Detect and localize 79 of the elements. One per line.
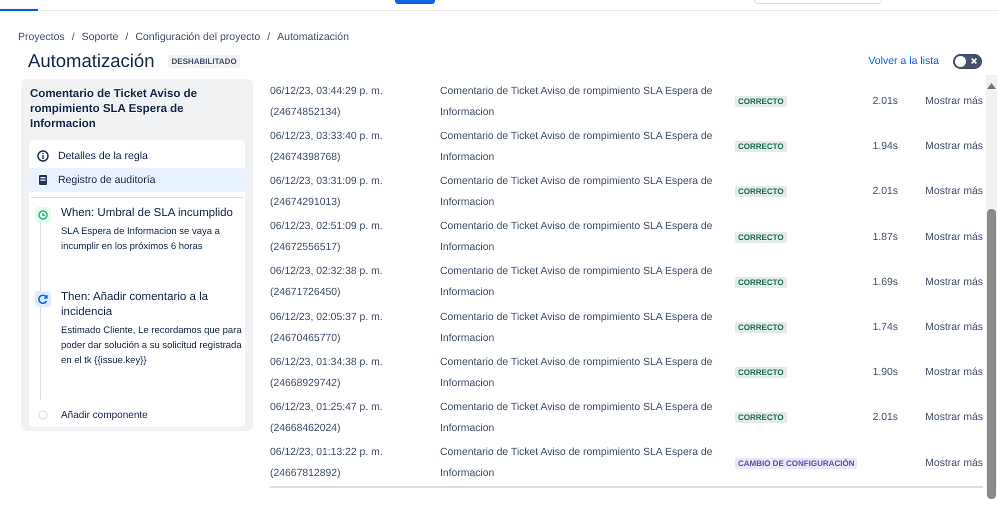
execution-date: 06/12/23, 02:05:37 p. m. (270, 310, 384, 325)
add-component-link[interactable]: Añadir componente (61, 408, 245, 423)
execution-date: 06/12/23, 03:31:09 p. m. (270, 174, 384, 189)
status-lozenge: CORRECTO (735, 96, 787, 108)
show-more-link[interactable]: Mostrar más (925, 232, 983, 243)
rule-name-cell-text: Comentario de Ticket Aviso de rompimiento SLA Espera de Informacion (440, 400, 714, 436)
rule-name-cell-text: Comentario de Ticket Aviso de rompimiento SLA Espera de Informacion (440, 310, 714, 346)
scroll-up-icon[interactable] (987, 83, 996, 89)
duration-cell: 1.87s (872, 232, 898, 243)
duration-cell: 1.94s (872, 141, 898, 152)
status-lozenge: CORRECTO (735, 412, 787, 424)
execution-id: (24670465770) (270, 332, 342, 346)
execution-date: 06/12/23, 02:51:09 p. m. (270, 220, 384, 234)
execution-date: 06/12/23, 01:25:47 p. m. (270, 400, 384, 415)
show-more-link[interactable]: Mostrar más (925, 322, 983, 334)
breadcrumb-separator: / (125, 31, 128, 43)
duration-cell: 1.74s (872, 322, 898, 334)
show-more-link[interactable]: Mostrar más (925, 96, 983, 108)
execution-date: 06/12/23, 01:34:38 p. m. (270, 356, 384, 370)
execution-id: (24668929742) (270, 376, 342, 391)
clock-icon (35, 207, 51, 223)
status-lozenge: CORRECTO (735, 141, 787, 152)
execution-id: (24672556517) (270, 241, 342, 256)
step-description: Estimado Cliente, Le recordamos que para poder dar solución a su solicitud registrada en el tk {{issue.key}} (61, 324, 243, 368)
show-more-link[interactable]: Mostrar más (925, 367, 983, 378)
breadcrumb-link[interactable]: Configuración del proyecto (135, 31, 260, 43)
document-icon (37, 174, 49, 186)
refresh-icon (35, 291, 51, 307)
rule-name-cell-text: Comentario de Ticket Aviso de rompimiento SLA Espera de Informacion (440, 174, 714, 210)
status-lozenge: CORRECTO (735, 186, 787, 198)
close-icon (970, 57, 978, 65)
breadcrumb-link[interactable]: Proyectos (18, 31, 65, 43)
step-title: When: Umbral de SLA incumplido (61, 206, 234, 221)
execution-id: (24668462024) (270, 422, 342, 436)
duration-cell: 2.01s (872, 412, 898, 424)
breadcrumb-link[interactable]: Soporte (82, 31, 118, 43)
status-lozenge: CORRECTO (735, 276, 787, 288)
status-lozenge: CAMBIO DE CONFIGURACIÓN (735, 458, 858, 469)
add-step-icon (38, 410, 48, 420)
execution-id: (24674291013) (270, 196, 342, 210)
status-lozenge: CORRECTO (735, 367, 787, 378)
duration-cell: 2.01s (872, 186, 898, 198)
rule-name-cell-text: Comentario de Ticket Aviso de rompimiento SLA Espera de Informacion (440, 265, 714, 300)
rule-title: Comentario de Ticket Aviso de rompimiento SLA Espera de Informacion (29, 87, 198, 132)
duration-cell: 1.90s (872, 367, 898, 378)
status-lozenge: CORRECTO (735, 232, 787, 243)
rule-name-cell-text: Comentario de Ticket Aviso de rompimiento SLA Espera de Informacion (440, 130, 714, 165)
page-title: Automatización (28, 50, 154, 72)
step-description: SLA Espera de Informacion se vaya a incumplir en los próximos 6 horas (61, 225, 221, 254)
show-more-link[interactable]: Mostrar más (925, 186, 983, 198)
status-lozenge: DESHABILITADO (168, 54, 240, 68)
breadcrumb-separator: / (72, 31, 75, 43)
breadcrumb-separator: / (267, 31, 270, 43)
rule-name-cell-text: Comentario de Ticket Aviso de rompimiento SLA Espera de Informacion (440, 446, 714, 482)
step-title: Then: Añadir comentario a la incidencia (61, 290, 210, 320)
duration-cell: 1.69s (872, 276, 898, 288)
show-more-link[interactable]: Mostrar más (925, 458, 983, 469)
breadcrumb-link[interactable]: Automatización (277, 31, 349, 43)
execution-id: (24674398768) (270, 150, 342, 165)
rule-nav-item[interactable]: Registro de auditoría (29, 168, 245, 192)
rule-name-cell-text: Comentario de Ticket Aviso de rompimiento SLA Espera de Informacion (440, 220, 714, 256)
rule-nav-item[interactable]: Detalles de la regla (29, 144, 245, 168)
back-link[interactable]: Volver a la lista (868, 55, 939, 67)
execution-id: (24671726450) (270, 286, 342, 300)
execution-id: (24667812892) (270, 467, 342, 482)
status-lozenge: CORRECTO (735, 322, 787, 334)
enable-toggle[interactable] (953, 54, 982, 68)
rule-name-cell-text: Comentario de Ticket Aviso de rompimiento SLA Espera de Informacion (440, 356, 714, 391)
rule-name-cell-text: Comentario de Ticket Aviso de rompimiento SLA Espera de Informacion (440, 84, 714, 120)
execution-date: 06/12/23, 02:32:38 p. m. (270, 265, 384, 280)
execution-date: 06/12/23, 03:44:29 p. m. (270, 84, 384, 99)
duration-cell: 2.01s (872, 96, 898, 108)
execution-id: (24674852134) (270, 106, 342, 120)
execution-date: 06/12/23, 03:33:40 p. m. (270, 130, 384, 144)
execution-date: 06/12/23, 01:13:22 p. m. (270, 446, 384, 460)
show-more-link[interactable]: Mostrar más (925, 141, 983, 152)
show-more-link[interactable]: Mostrar más (925, 412, 983, 424)
info-icon (37, 150, 49, 162)
show-more-link[interactable]: Mostrar más (925, 276, 983, 288)
